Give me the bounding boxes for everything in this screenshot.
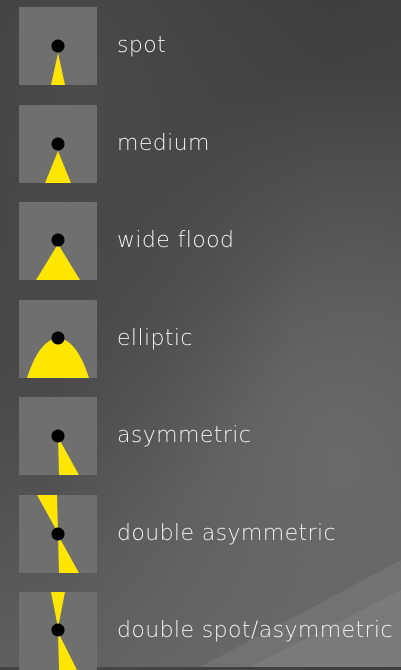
beam-option-label: elliptic — [117, 326, 193, 351]
beam-option-wide-flood[interactable]: wide flood — [19, 202, 401, 280]
beam-option-elliptic[interactable]: elliptic — [19, 300, 401, 378]
beam-option-label: spot — [117, 33, 167, 58]
double-asymmetric-beam-icon — [19, 495, 97, 573]
double-spot-asymmetric-beam-icon — [19, 592, 97, 670]
wide-flood-beam-icon — [19, 202, 97, 280]
beam-option-label: medium — [117, 131, 210, 156]
beam-option-double-spot-asymmetric[interactable]: double spot/asymmetric — [19, 592, 401, 670]
beam-option-label: wide flood — [117, 228, 235, 253]
beam-option-spot[interactable]: spot — [19, 7, 401, 85]
beam-option-label: double spot/asymmetric — [117, 618, 393, 643]
asymmetric-beam-icon — [19, 397, 97, 475]
beam-option-label: double asymmetric — [117, 521, 337, 546]
beam-option-medium[interactable]: medium — [19, 105, 401, 183]
elliptic-beam-icon — [19, 300, 97, 378]
beam-option-label: asymmetric — [117, 423, 252, 448]
beam-option-asymmetric[interactable]: asymmetric — [19, 397, 401, 475]
spot-beam-icon — [19, 7, 97, 85]
medium-beam-icon — [19, 105, 97, 183]
beam-option-double-asymmetric[interactable]: double asymmetric — [19, 495, 401, 573]
